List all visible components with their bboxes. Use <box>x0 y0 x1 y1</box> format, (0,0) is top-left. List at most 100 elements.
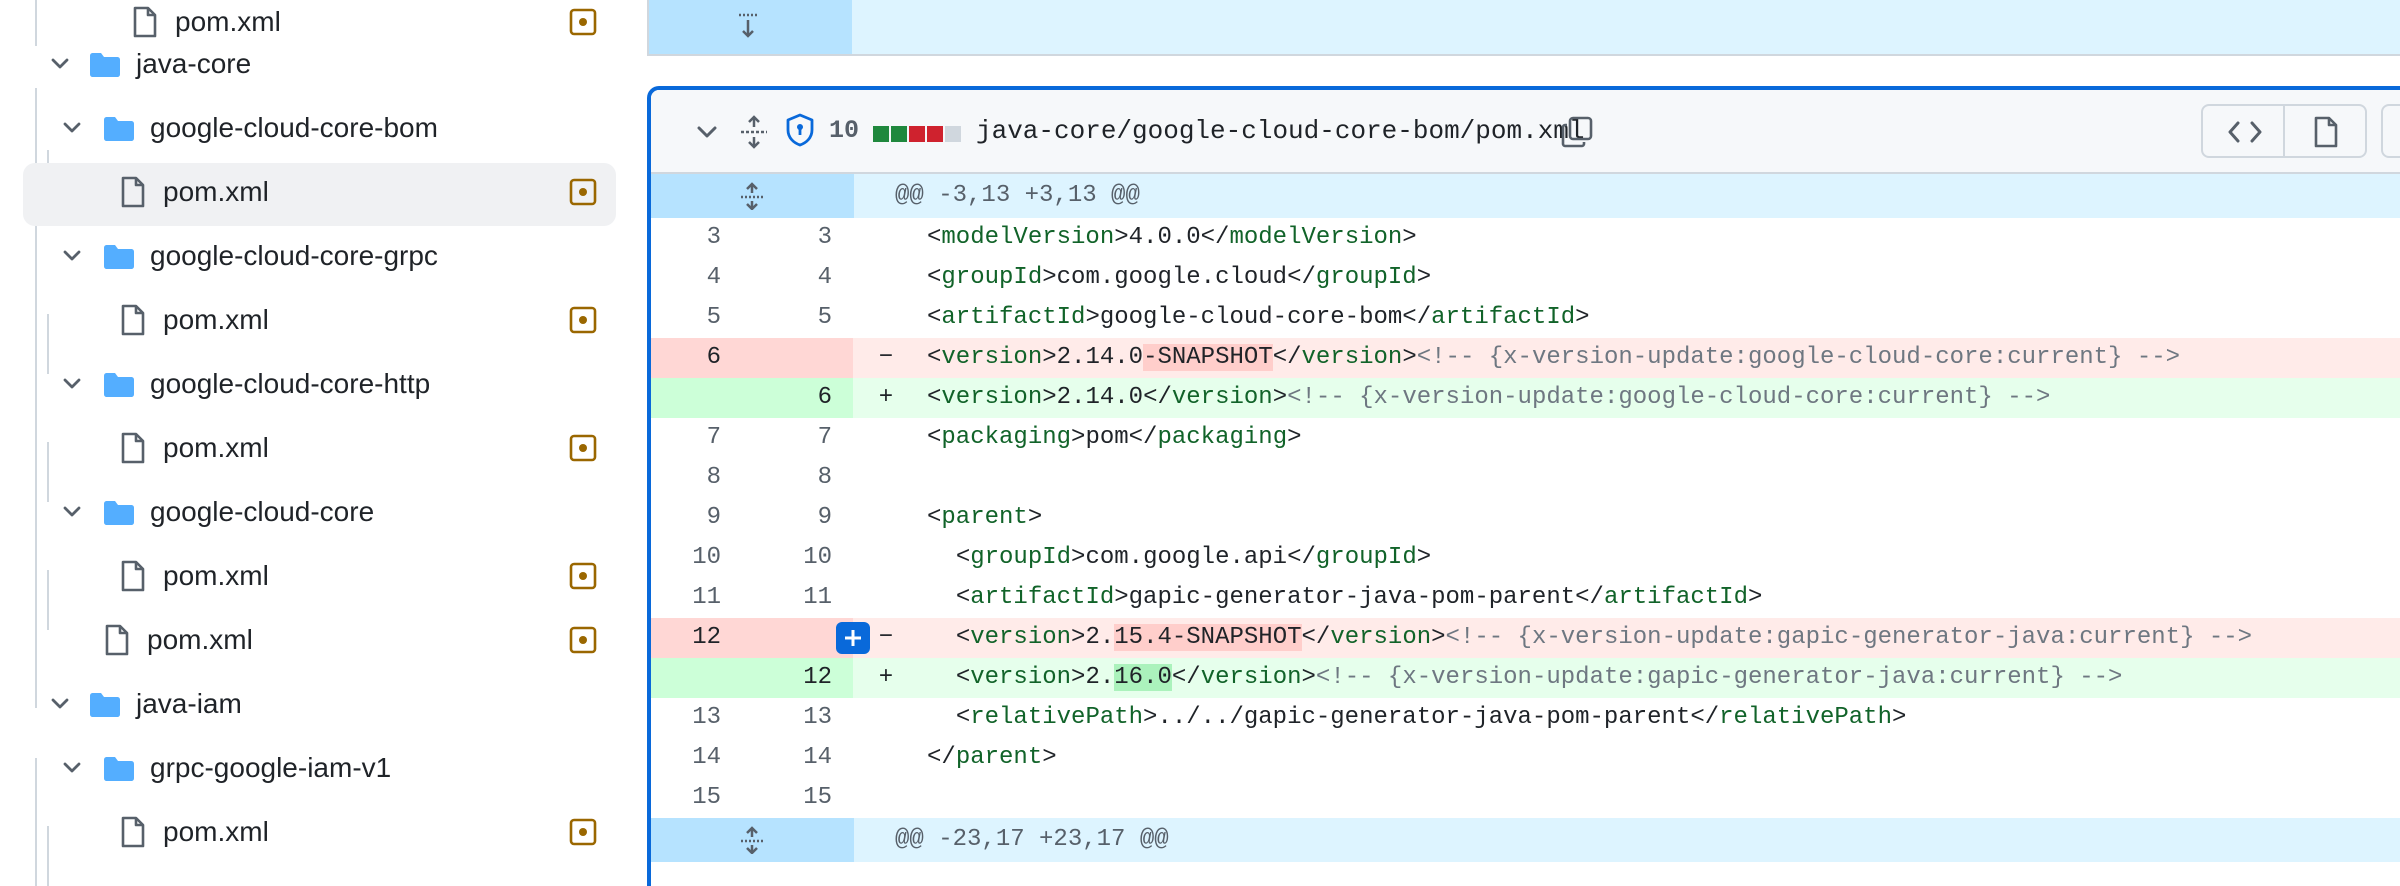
folder-icon <box>104 501 134 525</box>
old-line-number[interactable]: 12 <box>651 618 752 658</box>
diff-line-context: 5 5 <artifactId>google-cloud-core-bom</art… <box>651 298 2400 338</box>
chevron-down-icon <box>51 58 69 69</box>
chevron-down-icon <box>63 762 81 773</box>
old-line-number[interactable] <box>651 378 752 418</box>
old-line-number[interactable]: 14 <box>651 738 752 778</box>
tree-item-label: pom.xml <box>163 176 269 207</box>
new-line-number[interactable]: 8 <box>752 458 853 498</box>
old-line-number[interactable]: 13 <box>651 698 752 738</box>
tree-file[interactable]: pom.xml <box>0 160 630 226</box>
xml-tag: version <box>1171 384 1273 411</box>
code-content: <version>2.14.0</version><!-- {x-version… <box>927 384 2051 411</box>
code-content: <relativePath>../../gapic-generator-java… <box>955 704 1907 731</box>
old-line-number[interactable]: 5 <box>651 298 752 338</box>
tree-file[interactable]: pom.xml <box>0 288 630 352</box>
old-line-number[interactable]: 9 <box>651 498 752 538</box>
xml-tag: artifactId <box>1431 304 1576 331</box>
deletion-marker: − <box>878 624 894 651</box>
file-icon <box>2314 116 2338 148</box>
tree-file[interactable]: pom.xml <box>0 800 630 864</box>
tree-folder[interactable]: google-cloud-core-grpc <box>0 224 630 288</box>
diff-line-deletion: 12 − <version>2.15.4-SNAPSHOT</version><!… <box>651 618 2400 658</box>
xml-comment: <!-- {x-version-update:gapic-generator-j… <box>1315 664 2123 691</box>
expand-gutter[interactable] <box>651 174 854 218</box>
old-line-number[interactable]: 8 <box>651 458 752 498</box>
expand-gutter[interactable] <box>649 0 852 54</box>
new-line-number[interactable]: 3 <box>752 218 853 258</box>
chevron-down-icon <box>51 698 69 709</box>
file-path[interactable]: java-core/google-cloud-core-bom/pom.xml <box>976 114 1585 148</box>
tree-item-label: grpc-google-iam-v1 <box>150 752 392 783</box>
new-line-number[interactable]: 14 <box>752 738 853 778</box>
file-modified-icon <box>569 434 597 462</box>
diff-line-addition: 6 + <version>2.14.0</version><!-- {x-versi… <box>651 378 2400 418</box>
rich-view-button[interactable] <box>2283 104 2367 158</box>
new-line-number[interactable]: 9 <box>752 498 853 538</box>
old-line-number[interactable]: 3 <box>651 218 752 258</box>
new-line-number[interactable]: 12 <box>752 658 853 698</box>
code-content: </parent> <box>927 744 1057 771</box>
xml-tag: version <box>941 344 1043 371</box>
new-line-number[interactable]: 4 <box>752 258 853 298</box>
new-line-number[interactable]: 6 <box>752 378 853 418</box>
copy-icon[interactable] <box>1559 114 1595 150</box>
xml-comment: <!-- {x-version-update:google-cloud-core… <box>1287 384 2051 411</box>
old-line-number[interactable]: 7 <box>651 418 752 458</box>
old-line-number[interactable] <box>651 658 752 698</box>
new-line-number[interactable]: 10 <box>752 538 853 578</box>
change-count: 10 <box>829 116 860 145</box>
new-line-number[interactable] <box>752 338 853 378</box>
plus-icon <box>845 630 861 646</box>
source-view-button[interactable] <box>2201 104 2285 158</box>
xml-tag: version <box>1200 664 1302 691</box>
add-comment-button[interactable] <box>836 622 870 654</box>
unfold-icon[interactable] <box>737 114 771 150</box>
diff-line-context: 15 15 <box>651 778 2400 818</box>
old-line-number[interactable]: 10 <box>651 538 752 578</box>
tree-item-label: pom.xml <box>163 432 269 463</box>
added-text: 16.0 <box>1114 664 1172 691</box>
tree-folder[interactable]: google-cloud-core-http <box>0 352 630 416</box>
xml-tag: version <box>970 624 1072 651</box>
new-line-number[interactable]: 11 <box>752 578 853 618</box>
folder-icon <box>104 757 134 781</box>
addition-marker: + <box>878 384 894 411</box>
tree-file[interactable]: pom.xml <box>0 544 630 608</box>
old-line-number[interactable]: 4 <box>651 258 752 298</box>
file-modified-icon <box>569 626 597 654</box>
diff-line-deletion: 6 − <version>2.14.0-SNAPSHOT</version><!--… <box>651 338 2400 378</box>
diff-line-context: 11 11 <artifactId>gapic-generator-java-po… <box>651 578 2400 618</box>
tree-folder[interactable]: grpc-google-iam-v1 <box>0 736 630 800</box>
file-modified-icon <box>569 306 597 334</box>
tree-folder[interactable]: google-cloud-core-bom <box>0 96 630 160</box>
diffstat-block-neutral <box>945 126 961 142</box>
more-options-button[interactable] <box>2381 104 2400 158</box>
code-icon <box>2228 121 2262 143</box>
new-line-number[interactable]: 15 <box>752 778 853 818</box>
xml-tag: groupId <box>941 264 1043 291</box>
new-line-number[interactable]: 7 <box>752 418 853 458</box>
tree-item-label: pom.xml <box>163 816 269 847</box>
code-content: <groupId>com.google.api</groupId> <box>955 544 1432 571</box>
xml-tag: artifactId <box>941 304 1086 331</box>
tree-file[interactable]: pom.xml <box>0 416 630 480</box>
old-line-number[interactable]: 11 <box>651 578 752 618</box>
tree-file[interactable]: pom.xml <box>0 608 630 672</box>
tree-folder[interactable]: google-cloud-core <box>0 480 630 544</box>
xml-tag: modelVersion <box>1229 224 1403 251</box>
old-line-number[interactable]: 6 <box>651 338 752 378</box>
old-line-number[interactable]: 15 <box>651 778 752 818</box>
shield-check-icon[interactable] <box>785 112 815 148</box>
hunk-header-text: @@ -3,13 +3,13 @@ <box>895 182 1140 209</box>
chevron-down-icon[interactable] <box>693 118 721 146</box>
diff-lines: @@ -3,13 +3,13 @@ 3 3 <modelVersion>4.0.0</… <box>651 174 2400 862</box>
xml-tag: artifactId <box>1603 584 1748 611</box>
expand-down-icon[interactable] <box>733 12 763 40</box>
tree-folder[interactable]: java-core <box>0 32 630 96</box>
expand-gutter[interactable] <box>651 818 854 862</box>
new-line-number[interactable]: 13 <box>752 698 853 738</box>
new-line-number[interactable]: 5 <box>752 298 853 338</box>
folder-icon <box>90 693 120 717</box>
tree-folder[interactable]: java-iam <box>0 672 630 736</box>
xml-tag: version <box>970 664 1072 691</box>
